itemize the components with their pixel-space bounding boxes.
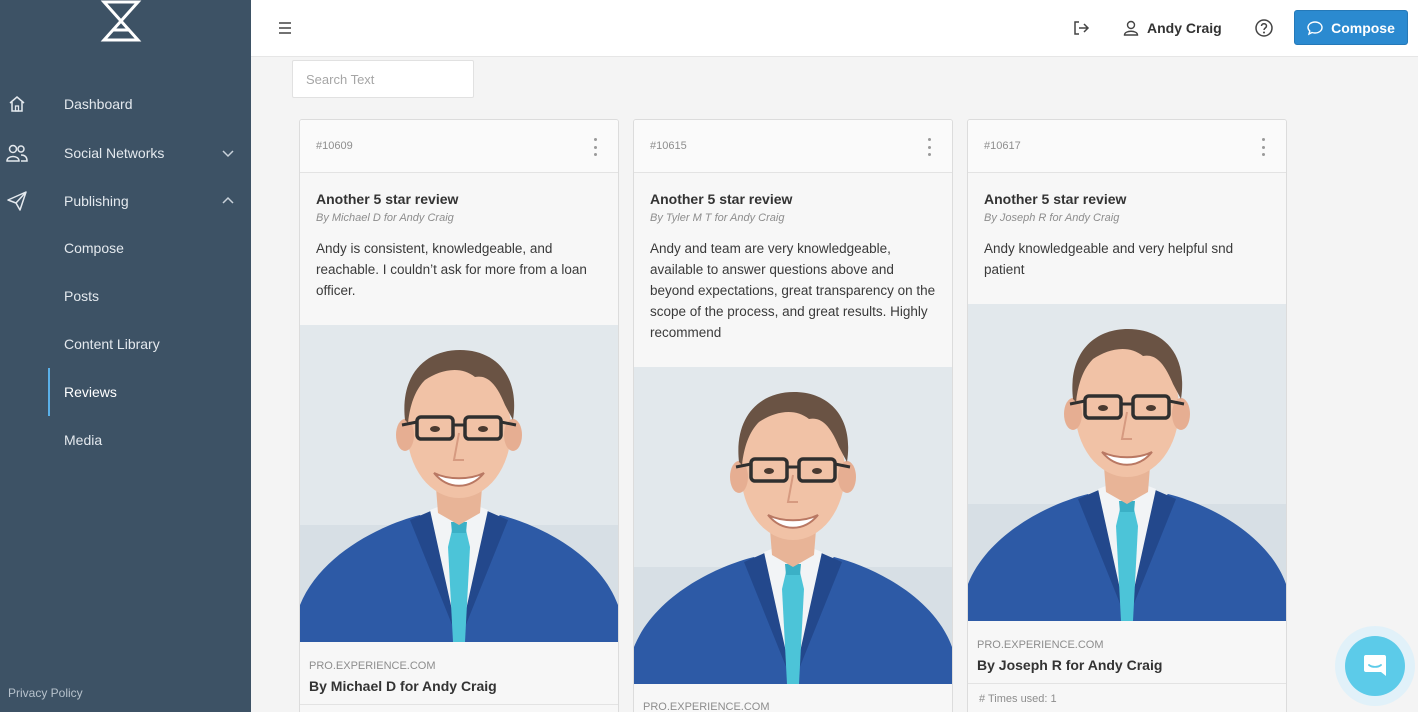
chat-launcher-button[interactable] bbox=[1345, 636, 1405, 696]
card-body: Another 5 star review By Michael D for A… bbox=[300, 173, 618, 301]
sidebar-item-label: Compose bbox=[64, 240, 124, 256]
review-id: #10609 bbox=[316, 140, 353, 152]
sidebar-item-label: Reviews bbox=[64, 384, 117, 400]
review-text: Andy is consistent, knowledgeable, and r… bbox=[316, 241, 587, 298]
user-icon bbox=[1123, 20, 1139, 36]
review-author: By Michael D for Andy Craig bbox=[309, 678, 497, 694]
times-used: # Times used: 1 bbox=[979, 693, 1057, 705]
review-source: PRO.EXPERIENCE.COM bbox=[643, 701, 770, 712]
sidebar-item-social-networks[interactable]: Social Networks bbox=[0, 133, 251, 173]
more-options-icon[interactable] bbox=[1260, 138, 1266, 156]
review-text: Andy knowledgeable and very helpful snd … bbox=[984, 241, 1234, 277]
users-icon bbox=[6, 142, 28, 164]
home-icon bbox=[6, 93, 28, 115]
review-card[interactable]: #10615 Another 5 star review By Tyler M … bbox=[633, 119, 953, 712]
review-source: PRO.EXPERIENCE.COM bbox=[309, 660, 436, 672]
review-byline: By Michael D for Andy Craig bbox=[316, 212, 454, 224]
privacy-policy-link[interactable]: Privacy Policy bbox=[8, 686, 83, 700]
divider bbox=[968, 683, 1286, 684]
sidebar-item-media[interactable]: Media bbox=[48, 420, 251, 460]
chevron-up-icon[interactable] bbox=[220, 193, 236, 209]
user-menu[interactable]: Andy Craig bbox=[1123, 18, 1222, 38]
review-source: PRO.EXPERIENCE.COM bbox=[977, 639, 1104, 651]
compose-button[interactable]: Compose bbox=[1294, 10, 1408, 45]
user-name: Andy Craig bbox=[1147, 20, 1222, 36]
sidebar-item-label: Content Library bbox=[64, 336, 160, 352]
review-byline: By Tyler M T for Andy Craig bbox=[650, 212, 785, 224]
review-title: Another 5 star review bbox=[316, 191, 459, 207]
more-options-icon[interactable] bbox=[926, 138, 932, 156]
review-card[interactable]: #10617 Another 5 star review By Joseph R… bbox=[967, 119, 1287, 712]
search-input[interactable] bbox=[292, 60, 474, 98]
review-card[interactable]: #10609 Another 5 star review By Michael … bbox=[299, 119, 619, 712]
sidebar-item-content-library[interactable]: Content Library bbox=[48, 324, 251, 364]
more-options-icon[interactable] bbox=[592, 138, 598, 156]
sidebar-item-compose[interactable]: Compose bbox=[48, 228, 251, 268]
sidebar-item-label: Publishing bbox=[64, 193, 129, 209]
help-icon[interactable] bbox=[1254, 18, 1274, 38]
sidebar-item-label: Social Networks bbox=[64, 145, 165, 161]
logout-icon[interactable] bbox=[1071, 18, 1091, 38]
chat-icon bbox=[1364, 655, 1386, 676]
card-body: Another 5 star review By Tyler M T for A… bbox=[634, 173, 952, 343]
review-byline: By Joseph R for Andy Craig bbox=[984, 212, 1120, 224]
sidebar-item-reviews[interactable]: Reviews bbox=[48, 368, 251, 416]
sidebar-item-label: Media bbox=[64, 432, 103, 448]
card-header: #10609 bbox=[300, 120, 618, 173]
reviewer-photo bbox=[968, 304, 1286, 621]
sidebar-item-label: Posts bbox=[64, 288, 100, 304]
sidebar-item-publishing[interactable]: Publishing bbox=[0, 181, 251, 221]
divider bbox=[300, 704, 618, 705]
sidebar: Dashboard Social Networks Publishing Com… bbox=[0, 0, 251, 712]
review-author: By Joseph R for Andy Craig bbox=[977, 657, 1163, 673]
reviewer-photo bbox=[634, 367, 952, 684]
card-body: Another 5 star review By Joseph R for An… bbox=[968, 173, 1286, 280]
sidebar-item-posts[interactable]: Posts bbox=[48, 276, 251, 316]
sidebar-item-label: Dashboard bbox=[64, 96, 133, 112]
compose-button-label: Compose bbox=[1331, 19, 1395, 36]
reviewer-photo bbox=[300, 325, 618, 642]
review-text: Andy and team are very knowledgeable, av… bbox=[650, 241, 936, 340]
paper-plane-icon bbox=[6, 190, 28, 212]
review-id: #10615 bbox=[650, 140, 687, 152]
card-header: #10615 bbox=[634, 120, 952, 173]
hamburger-menu-icon[interactable] bbox=[277, 20, 293, 36]
top-header: Andy Craig Compose bbox=[251, 0, 1418, 57]
brand-logo-icon[interactable] bbox=[100, 0, 142, 42]
review-title: Another 5 star review bbox=[984, 191, 1127, 207]
card-header: #10617 bbox=[968, 120, 1286, 173]
review-id: #10617 bbox=[984, 140, 1021, 152]
sidebar-item-dashboard[interactable]: Dashboard bbox=[0, 84, 251, 124]
chevron-down-icon[interactable] bbox=[220, 145, 236, 161]
chat-bubble-icon bbox=[1307, 20, 1323, 35]
review-title: Another 5 star review bbox=[650, 191, 793, 207]
